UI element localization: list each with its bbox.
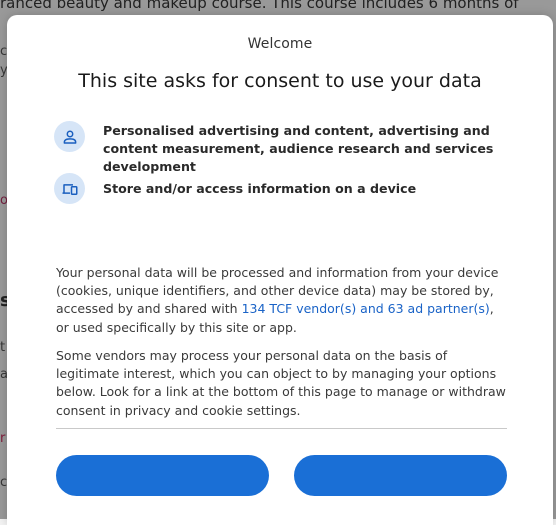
purpose-label: Store and/or access information on a dev… [103,181,417,196]
purpose-item-store-access: Store and/or access information on a dev… [54,173,513,204]
legitimate-interest-description: Some vendors may process your personal d… [56,348,506,418]
consent-button-left[interactable] [56,455,269,496]
consent-description: Your personal data will be processed and… [56,264,508,337]
person-icon [54,121,85,152]
dialog-title: This site asks for consent to use your d… [78,70,482,92]
devices-icon [54,173,85,204]
welcome-label: Welcome [247,36,313,52]
purpose-label: Personalised advertising and content, ad… [103,123,494,174]
consent-button-right[interactable] [294,455,507,496]
consent-dialog: Welcome This site asks for consent to us… [7,15,553,525]
vendors-link[interactable]: 134 TCF vendor(s) and 63 ad partner(s) [242,301,490,316]
divider [56,428,507,429]
purpose-item-personalised-advertising: Personalised advertising and content, ad… [54,121,513,176]
